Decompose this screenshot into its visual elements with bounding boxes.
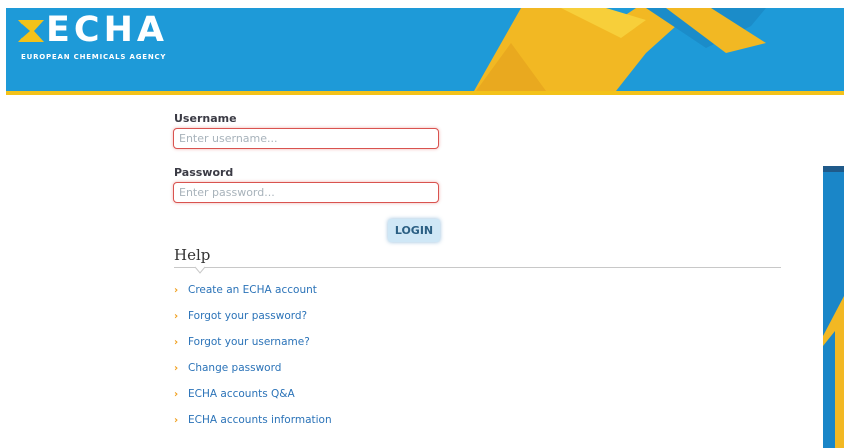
- chevron-right-icon: ›: [174, 337, 179, 348]
- help-link-label: ECHA accounts information: [188, 414, 332, 426]
- header-divider: [6, 91, 844, 95]
- help-link-change-password[interactable]: › Change password: [174, 361, 332, 387]
- chevron-right-icon: ›: [174, 285, 179, 296]
- login-page: ECHA EUROPEAN CHEMICALS AGENCY Username …: [0, 0, 844, 448]
- echa-logo[interactable]: ECHA EUROPEAN CHEMICALS AGENCY: [18, 10, 218, 66]
- password-input[interactable]: [173, 182, 439, 203]
- help-divider-notch: [195, 266, 206, 274]
- logo-text: ECHA: [46, 10, 168, 50]
- logo-subtitle: EUROPEAN CHEMICALS AGENCY: [21, 53, 167, 61]
- side-panel-decoration: [823, 296, 844, 448]
- chevron-right-icon: ›: [174, 415, 179, 426]
- help-link-forgot-username[interactable]: › Forgot your username?: [174, 335, 332, 361]
- username-input[interactable]: [173, 128, 439, 149]
- echa-logo-mark-icon: [18, 20, 44, 42]
- help-link-label: Change password: [188, 362, 282, 374]
- chevron-right-icon: ›: [174, 389, 179, 400]
- help-links-list: › Create an ECHA account › Forgot your pas…: [174, 283, 332, 439]
- side-panel: [823, 166, 844, 448]
- header-banner: ECHA EUROPEAN CHEMICALS AGENCY: [6, 8, 844, 91]
- chevron-right-icon: ›: [174, 363, 179, 374]
- help-link-accounts-qa[interactable]: › ECHA accounts Q&A: [174, 387, 332, 413]
- help-link-forgot-password[interactable]: › Forgot your password?: [174, 309, 332, 335]
- chevron-right-icon: ›: [174, 311, 179, 322]
- username-label: Username: [174, 112, 237, 125]
- help-link-label: ECHA accounts Q&A: [188, 388, 295, 400]
- help-divider: [174, 267, 781, 268]
- help-heading: Help: [174, 246, 211, 264]
- help-link-label: Create an ECHA account: [188, 284, 317, 296]
- help-link-label: Forgot your username?: [188, 336, 310, 348]
- password-label: Password: [174, 166, 234, 179]
- login-button[interactable]: LOGIN: [388, 219, 440, 242]
- help-link-label: Forgot your password?: [188, 310, 308, 322]
- help-link-accounts-information[interactable]: › ECHA accounts information: [174, 413, 332, 439]
- help-link-create-account[interactable]: › Create an ECHA account: [174, 283, 332, 309]
